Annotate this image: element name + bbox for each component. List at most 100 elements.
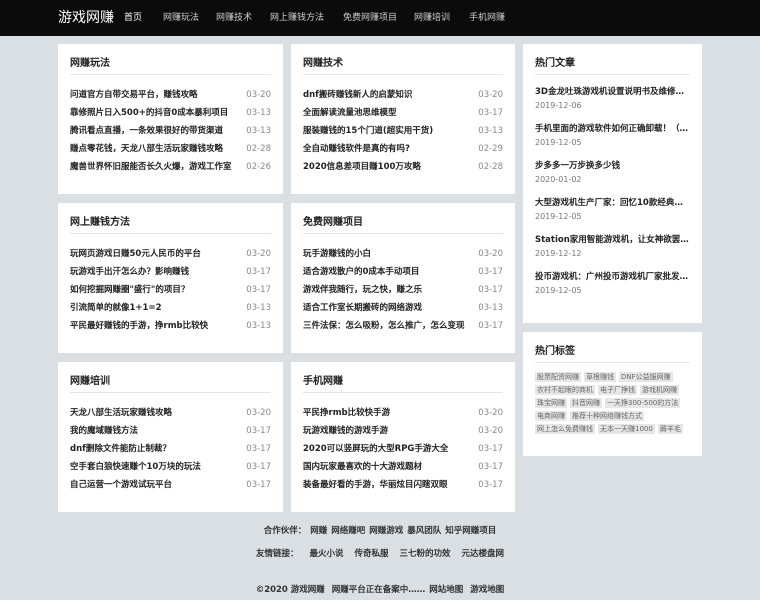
item-title[interactable]: 赚点零花钱，天龙八部生活玩家赚钱攻略 (70, 142, 223, 156)
list-item[interactable]: 腾讯看点直播，一条效果很好的带货渠道 03-13 (70, 124, 271, 142)
list-item[interactable]: 平民最好赚钱的手游，挣rmb比较快 03-13 (70, 319, 271, 337)
item-title[interactable]: 2020可以竖屏玩的大型RPG手游大全 (303, 442, 448, 456)
friend-link[interactable]: 传奇私服 (354, 549, 388, 559)
list-item[interactable]: 三件法保：怎么吸粉，怎么推广，怎么变现 03-17 (303, 319, 503, 337)
list-item[interactable]: 适合工作室长期搬砖的网络游戏 03-13 (303, 301, 503, 319)
tag-link[interactable]: 推荐十种网络赚钱方式 (570, 411, 644, 421)
item-title[interactable]: 靠修照片日入500+的抖音0成本暴利项目 (70, 106, 228, 120)
list-item[interactable]: 国内玩家最喜欢的十大游戏题材 03-17 (303, 460, 503, 478)
tag-link[interactable]: 一天挣300-500的方法 (605, 398, 681, 408)
friend-link[interactable]: 最火小说 (310, 549, 344, 559)
nav-free-projects[interactable]: 免费网赚项目 (343, 12, 397, 24)
hot-article-link[interactable]: 大型游戏机生产厂家：回忆10款经典街机游戏 (535, 197, 690, 210)
item-title[interactable]: 我的魔域赚钱方法 (70, 424, 138, 438)
item-title[interactable]: 适合工作室长期搬砖的网络游戏 (303, 301, 422, 315)
list-item[interactable]: 赚点零花钱，天龙八部生活玩家赚钱攻略 02-28 (70, 142, 271, 160)
tag-link[interactable]: 游戏机网赚 (640, 385, 679, 395)
section-title[interactable]: 网上赚钱方法 (70, 213, 130, 228)
item-title[interactable]: 玩手游赚钱的小白 (303, 247, 371, 261)
item-title[interactable]: 服装赚钱的15个门道(超实用干货) (303, 124, 433, 138)
partner-link[interactable]: 知乎网赚项目 (445, 526, 496, 536)
friend-link[interactable]: 三七粉的功效 (399, 549, 450, 559)
list-item[interactable]: 如何挖掘网赚圈"盛行"的项目？ 03-17 (70, 283, 271, 301)
tag-link[interactable]: 珠宝网赚 (535, 398, 567, 408)
list-item[interactable]: 适合游戏散户的0成本手动项目 03-17 (303, 265, 503, 283)
item-title[interactable]: 装备最好看的手游，华丽炫目闪瞎双眼 (303, 478, 448, 492)
list-item[interactable]: 空手套白狼快速赚个10万块的玩法 03-17 (70, 460, 271, 478)
tag-link[interactable]: 股票配资网赚 (535, 372, 581, 382)
item-title[interactable]: 适合游戏散户的0成本手动项目 (303, 265, 419, 279)
item-title[interactable]: 全自动赚钱软件是真的有吗? (303, 142, 410, 156)
list-item[interactable]: 平民挣rmb比较快手游 03-20 (303, 406, 503, 424)
list-item[interactable]: 玩网页游戏日赚50元人民币的平台 03-20 (70, 247, 271, 265)
section-title[interactable]: 网赚玩法 (70, 54, 110, 69)
tag-link[interactable]: 草根赚钱 (584, 372, 616, 382)
nav-home[interactable]: 首页 (124, 12, 142, 24)
list-item[interactable]: 服装赚钱的15个门道(超实用干货) 03-13 (303, 124, 503, 142)
tag-link[interactable]: 薅羊毛 (657, 424, 683, 434)
sitemap-link[interactable]: 网站地图 (429, 585, 463, 595)
tag-link[interactable]: 网上怎么免费赚钱 (535, 424, 595, 434)
hot-article-link[interactable]: 手机里面的游戏软件如何正确卸载！（附教程） (535, 123, 690, 136)
nav-wangzhuan-wanfa[interactable]: 网赚玩法 (163, 12, 199, 24)
tag-link[interactable]: 电商网赚 (535, 411, 567, 421)
partner-link[interactable]: 网赚 (310, 526, 327, 536)
item-title[interactable]: 平民挣rmb比较快手游 (303, 406, 390, 420)
hot-article-link[interactable]: 3D金龙吐珠游戏机设置说明书及维修方法 (535, 86, 690, 99)
item-title[interactable]: 魔兽世界怀旧服能否长久火爆，游戏工作室 (70, 160, 232, 174)
section-title[interactable]: 网赚培训 (70, 372, 110, 387)
nav-training[interactable]: 网赚培训 (414, 12, 450, 24)
list-item[interactable]: dnf搬砖赚钱新人的启蒙知识 03-20 (303, 88, 503, 106)
list-item[interactable]: 装备最好看的手游，华丽炫目闪瞎双眼 03-17 (303, 478, 503, 496)
nav-wangzhuan-jishu[interactable]: 网赚技术 (216, 12, 252, 24)
item-title[interactable]: 三件法保：怎么吸粉，怎么推广，怎么变现 (303, 319, 465, 333)
item-title[interactable]: 引流简单的就像1+1=2 (70, 301, 162, 315)
list-item[interactable]: 玩手游赚钱的小白 03-20 (303, 247, 503, 265)
item-title[interactable]: 国内玩家最喜欢的十大游戏题材 (303, 460, 422, 474)
hot-article-link[interactable]: Station家用智能游戏机，让女神欲罢不能 (535, 234, 690, 247)
item-title[interactable]: 自己运营一个游戏试玩平台 (70, 478, 172, 492)
partner-link[interactable]: 网赚游戏 (369, 526, 403, 536)
list-item[interactable]: 魔兽世界怀旧服能否长久火爆，游戏工作室 02-26 (70, 160, 271, 178)
tag-link[interactable]: 电子厂挣钱 (598, 385, 637, 395)
section-title[interactable]: 手机网赚 (303, 372, 343, 387)
list-item[interactable]: dnf删除文件能防止制裁？ 03-17 (70, 442, 271, 460)
item-title[interactable]: dnf删除文件能防止制裁？ (70, 442, 171, 456)
list-item[interactable]: 引流简单的就像1+1=2 03-13 (70, 301, 271, 319)
section-title[interactable]: 网赚技术 (303, 54, 343, 69)
tag-link[interactable]: 农村不起眼的商机 (535, 385, 595, 395)
tag-link[interactable]: 抖音网赚 (570, 398, 602, 408)
tag-link[interactable]: DNF公益服网赚 (619, 372, 673, 382)
list-item[interactable]: 游戏伴我随行，玩之快，赚之乐 03-17 (303, 283, 503, 301)
list-item[interactable]: 问道官方自带交易平台，赚钱攻略 03-20 (70, 88, 271, 106)
list-item[interactable]: 玩游戏手出汗怎么办？影响赚钱 03-17 (70, 265, 271, 283)
item-title[interactable]: 玩游戏赚钱的游戏手游 (303, 424, 388, 438)
item-title[interactable]: 全面解读流量池思维模型 (303, 106, 397, 120)
item-title[interactable]: 2020信息差项目赚100万攻略 (303, 160, 421, 174)
list-item[interactable]: 自己运营一个游戏试玩平台 03-17 (70, 478, 271, 496)
game-map-link[interactable]: 游戏地图 (470, 585, 504, 595)
item-title[interactable]: 问道官方自带交易平台，赚钱攻略 (70, 88, 198, 102)
list-item[interactable]: 靠修照片日入500+的抖音0成本暴利项目 03-13 (70, 106, 271, 124)
list-item[interactable]: 玩游戏赚钱的游戏手游 03-20 (303, 424, 503, 442)
list-item[interactable]: 全面解读流量池思维模型 03-17 (303, 106, 503, 124)
site-logo[interactable]: 游戏网赚 (58, 9, 114, 27)
list-item[interactable]: 2020可以竖屏玩的大型RPG手游大全 03-17 (303, 442, 503, 460)
item-title[interactable]: dnf搬砖赚钱新人的启蒙知识 (303, 88, 412, 102)
list-item[interactable]: 我的魔域赚钱方法 03-17 (70, 424, 271, 442)
nav-online-money[interactable]: 网上赚钱方法 (270, 12, 324, 24)
list-item[interactable]: 天龙八部生活玩家赚钱攻略 03-20 (70, 406, 271, 424)
item-title[interactable]: 游戏伴我随行，玩之快，赚之乐 (303, 283, 422, 297)
section-title[interactable]: 免费网赚项目 (303, 213, 363, 228)
item-title[interactable]: 玩网页游戏日赚50元人民币的平台 (70, 247, 201, 261)
friend-link[interactable]: 元达楼盘网 (461, 549, 504, 559)
tag-link[interactable]: 无本一天赚1000 (598, 424, 655, 434)
partner-link[interactable]: 暴风团队 (407, 526, 441, 536)
hot-article-link[interactable]: 步多多一万步换多少钱 (535, 160, 690, 173)
item-title[interactable]: 腾讯看点直播，一条效果很好的带货渠道 (70, 124, 223, 138)
list-item[interactable]: 全自动赚钱软件是真的有吗? 02-29 (303, 142, 503, 160)
item-title[interactable]: 平民最好赚钱的手游，挣rmb比较快 (70, 319, 208, 333)
nav-mobile[interactable]: 手机网赚 (469, 12, 505, 24)
item-title[interactable]: 空手套白狼快速赚个10万块的玩法 (70, 460, 201, 474)
partner-link[interactable]: 网络赚吧 (331, 526, 365, 536)
